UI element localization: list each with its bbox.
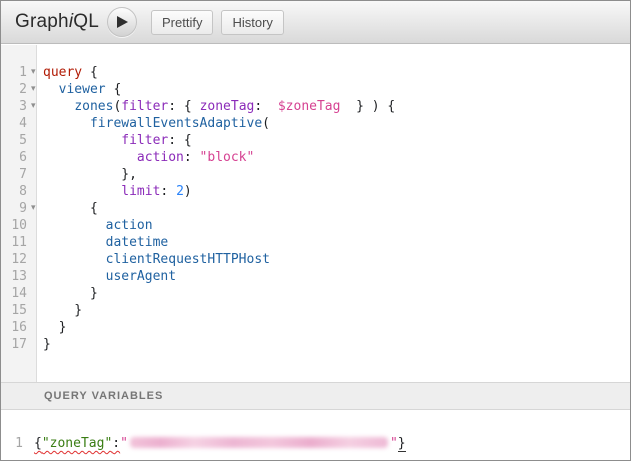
line-number: 15 [1, 302, 27, 319]
code-line[interactable]: 13 userAgent [1, 268, 630, 285]
code-text: filter: { [43, 132, 192, 149]
code-text: action [43, 217, 153, 234]
logo-text-graph: Graph [15, 11, 69, 32]
value-close-quote: " [390, 436, 398, 451]
open-brace: { [34, 436, 42, 451]
history-button[interactable]: History [221, 10, 283, 35]
graphiql-window: GraphiQL Prettify History 1▾query {2▾ vi… [0, 0, 631, 461]
fold-arrow-icon[interactable]: ▾ [27, 81, 43, 98]
code-text: limit: 2) [43, 183, 192, 200]
colon: : [112, 436, 120, 451]
fold-spacer [27, 234, 43, 251]
line-number: 4 [1, 115, 27, 132]
code-text: query { [43, 64, 98, 81]
fold-spacer [27, 285, 43, 302]
fold-arrow-icon[interactable]: ▾ [27, 200, 43, 217]
code-line[interactable]: 9▾ { [1, 200, 630, 217]
code-line[interactable]: 1▾query { [1, 64, 630, 81]
fold-spacer [27, 166, 43, 183]
line-number: 13 [1, 268, 27, 285]
code-line[interactable]: 15 } [1, 302, 630, 319]
variables-editor[interactable]: 1 {"zoneTag":""} [1, 410, 630, 460]
line-number: 17 [1, 336, 27, 353]
code-text: } [43, 319, 66, 336]
code-text: userAgent [43, 268, 176, 285]
fold-spacer [27, 319, 43, 336]
code-line[interactable]: 10 action [1, 217, 630, 234]
code-line[interactable]: 3▾ zones(filter: { zoneTag: $zoneTag } )… [1, 98, 630, 115]
code-text: clientRequestHTTPHost [43, 251, 270, 268]
code-text: firewallEventsAdaptive( [43, 115, 270, 132]
line-number: 12 [1, 251, 27, 268]
fold-spacer [27, 183, 43, 200]
code-text: { [43, 200, 98, 217]
fold-arrow-icon[interactable]: ▾ [27, 98, 43, 115]
fold-spacer [27, 217, 43, 234]
redacted-zone-tag-value [130, 437, 388, 448]
close-brace: } [398, 436, 406, 452]
graphiql-logo: GraphiQL [15, 11, 99, 33]
code-line[interactable]: 11 datetime [1, 234, 630, 251]
fold-spacer [27, 132, 43, 149]
line-number: 16 [1, 319, 27, 336]
code-line[interactable]: 8 limit: 2) [1, 183, 630, 200]
query-editor[interactable]: 1▾query {2▾ viewer {3▾ zones(filter: { z… [1, 45, 630, 382]
code-line[interactable]: 5 filter: { [1, 132, 630, 149]
code-line[interactable]: 2▾ viewer { [1, 81, 630, 98]
line-number: 7 [1, 166, 27, 183]
code-line[interactable]: 7 }, [1, 166, 630, 183]
line-number: 9 [1, 200, 27, 217]
code-text: datetime [43, 234, 168, 251]
lint-error-underline: {"zoneTag": [34, 436, 120, 451]
code-line[interactable]: 17} [1, 336, 630, 353]
line-number: 2 [1, 81, 27, 98]
logo-text-ql: QL [73, 11, 99, 32]
code-line[interactable]: 4 firewallEventsAdaptive( [1, 115, 630, 132]
execute-query-button[interactable] [107, 7, 137, 37]
code-line[interactable]: 6 action: "block" [1, 149, 630, 166]
code-text: }, [43, 166, 137, 183]
line-number: 3 [1, 98, 27, 115]
fold-spacer [27, 149, 43, 166]
value-open-quote: " [120, 436, 128, 451]
code-text: action: "block" [43, 149, 254, 166]
fold-spacer [27, 251, 43, 268]
code-line[interactable]: 12 clientRequestHTTPHost [1, 251, 630, 268]
prettify-button[interactable]: Prettify [151, 10, 213, 35]
play-icon [115, 16, 128, 28]
code-text: } [43, 285, 98, 302]
line-number: 1 [1, 64, 27, 81]
code-text: zones(filter: { zoneTag: $zoneTag } ) { [43, 98, 395, 115]
line-number: 5 [1, 132, 27, 149]
code-text: } [43, 336, 51, 353]
query-variables-bar[interactable]: QUERY VARIABLES [1, 382, 630, 410]
query-variables-title: QUERY VARIABLES [44, 390, 163, 402]
variables-json: {"zoneTag":""} [23, 435, 406, 452]
fold-spacer [27, 302, 43, 319]
code-lines: 1▾query {2▾ viewer {3▾ zones(filter: { z… [1, 64, 630, 353]
line-number: 11 [1, 234, 27, 251]
code-line[interactable]: 14 } [1, 285, 630, 302]
code-line[interactable]: 16 } [1, 319, 630, 336]
fold-spacer [27, 336, 43, 353]
top-bar: GraphiQL Prettify History [1, 1, 630, 44]
line-number: 14 [1, 285, 27, 302]
fold-spacer [27, 268, 43, 285]
variables-line[interactable]: 1 {"zoneTag":""} [1, 435, 406, 452]
code-text: viewer { [43, 81, 121, 98]
fold-arrow-icon[interactable]: ▾ [27, 64, 43, 81]
line-number: 8 [1, 183, 27, 200]
line-number: 10 [1, 217, 27, 234]
code-text: } [43, 302, 82, 319]
json-key-zonetag: "zoneTag" [42, 436, 112, 451]
line-number: 1 [1, 435, 23, 452]
fold-spacer [27, 115, 43, 132]
line-number: 6 [1, 149, 27, 166]
